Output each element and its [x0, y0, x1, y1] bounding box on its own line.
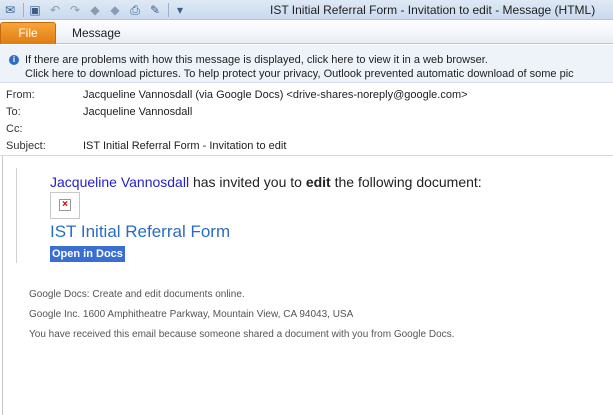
invite-sentence: Jacqueline Vannosdall has invited you to…: [50, 174, 482, 190]
from-value[interactable]: Jacqueline Vannosdall (via Google Docs) …: [83, 89, 468, 101]
footer-line-reason: You have received this email because som…: [29, 329, 455, 340]
footer-line-docs: Google Docs: Create and edit documents o…: [29, 289, 245, 300]
quick-access-toolbar: ✉ ▣ ↶ ↷ ◆ ◆ ⎙ ✎ ▾: [2, 1, 192, 19]
sender-link[interactable]: Jacqueline Vannosdall: [50, 174, 189, 190]
invite-permission: edit: [305, 174, 331, 190]
from-label: From:: [6, 89, 35, 101]
quote-bar: [16, 168, 17, 263]
info-bar[interactable]: i If there are problems with how this me…: [0, 45, 613, 83]
next-item-icon[interactable]: ◆: [107, 2, 123, 18]
download-pictures-notice[interactable]: Click here to download pictures. To help…: [25, 68, 574, 80]
subject-label: Subject:: [6, 140, 46, 152]
to-value[interactable]: Jacqueline Vannosdall: [83, 106, 192, 118]
tab-message[interactable]: Message: [72, 26, 121, 40]
envelope-icon[interactable]: ✉: [2, 2, 18, 18]
blocked-image-placeholder[interactable]: ×: [50, 192, 80, 219]
ribbon: File Message: [0, 20, 613, 44]
customize-toolbar-icon[interactable]: ▾: [172, 2, 188, 18]
invite-text-mid: has invited you to: [189, 174, 306, 190]
to-label: To:: [6, 106, 21, 118]
cc-label: Cc:: [6, 123, 23, 135]
print-icon[interactable]: ⎙: [127, 2, 143, 18]
message-header: From: Jacqueline Vannosdall (via Google …: [0, 84, 613, 154]
tab-file[interactable]: File: [0, 22, 56, 44]
title-bar: ✉ ▣ ↶ ↷ ◆ ◆ ⎙ ✎ ▾ IST Initial Referral F…: [0, 0, 613, 20]
window-title: IST Initial Referral Form - Invitation t…: [270, 3, 596, 17]
open-in-docs-button[interactable]: Open in Docs: [50, 246, 125, 262]
broken-image-icon: ×: [59, 199, 71, 211]
redo-icon[interactable]: ↷: [67, 2, 83, 18]
document-title-link[interactable]: IST Initial Referral Form: [50, 222, 230, 242]
toolbar-divider: [168, 3, 169, 17]
reading-pane-edge: [2, 156, 3, 415]
info-icon: i: [9, 55, 19, 65]
save-icon[interactable]: ▣: [27, 2, 43, 18]
subject-value: IST Initial Referral Form - Invitation t…: [83, 140, 287, 152]
undo-icon[interactable]: ↶: [47, 2, 63, 18]
invite-text-end: the following document:: [330, 174, 482, 190]
move-icon[interactable]: ✎: [147, 2, 163, 18]
footer-line-address: Google Inc. 1600 Amphitheatre Parkway, M…: [29, 309, 354, 320]
previous-item-icon[interactable]: ◆: [87, 2, 103, 18]
view-in-browser-notice[interactable]: If there are problems with how this mess…: [25, 54, 488, 66]
toolbar-divider: [23, 3, 24, 17]
header-divider: [0, 155, 613, 156]
